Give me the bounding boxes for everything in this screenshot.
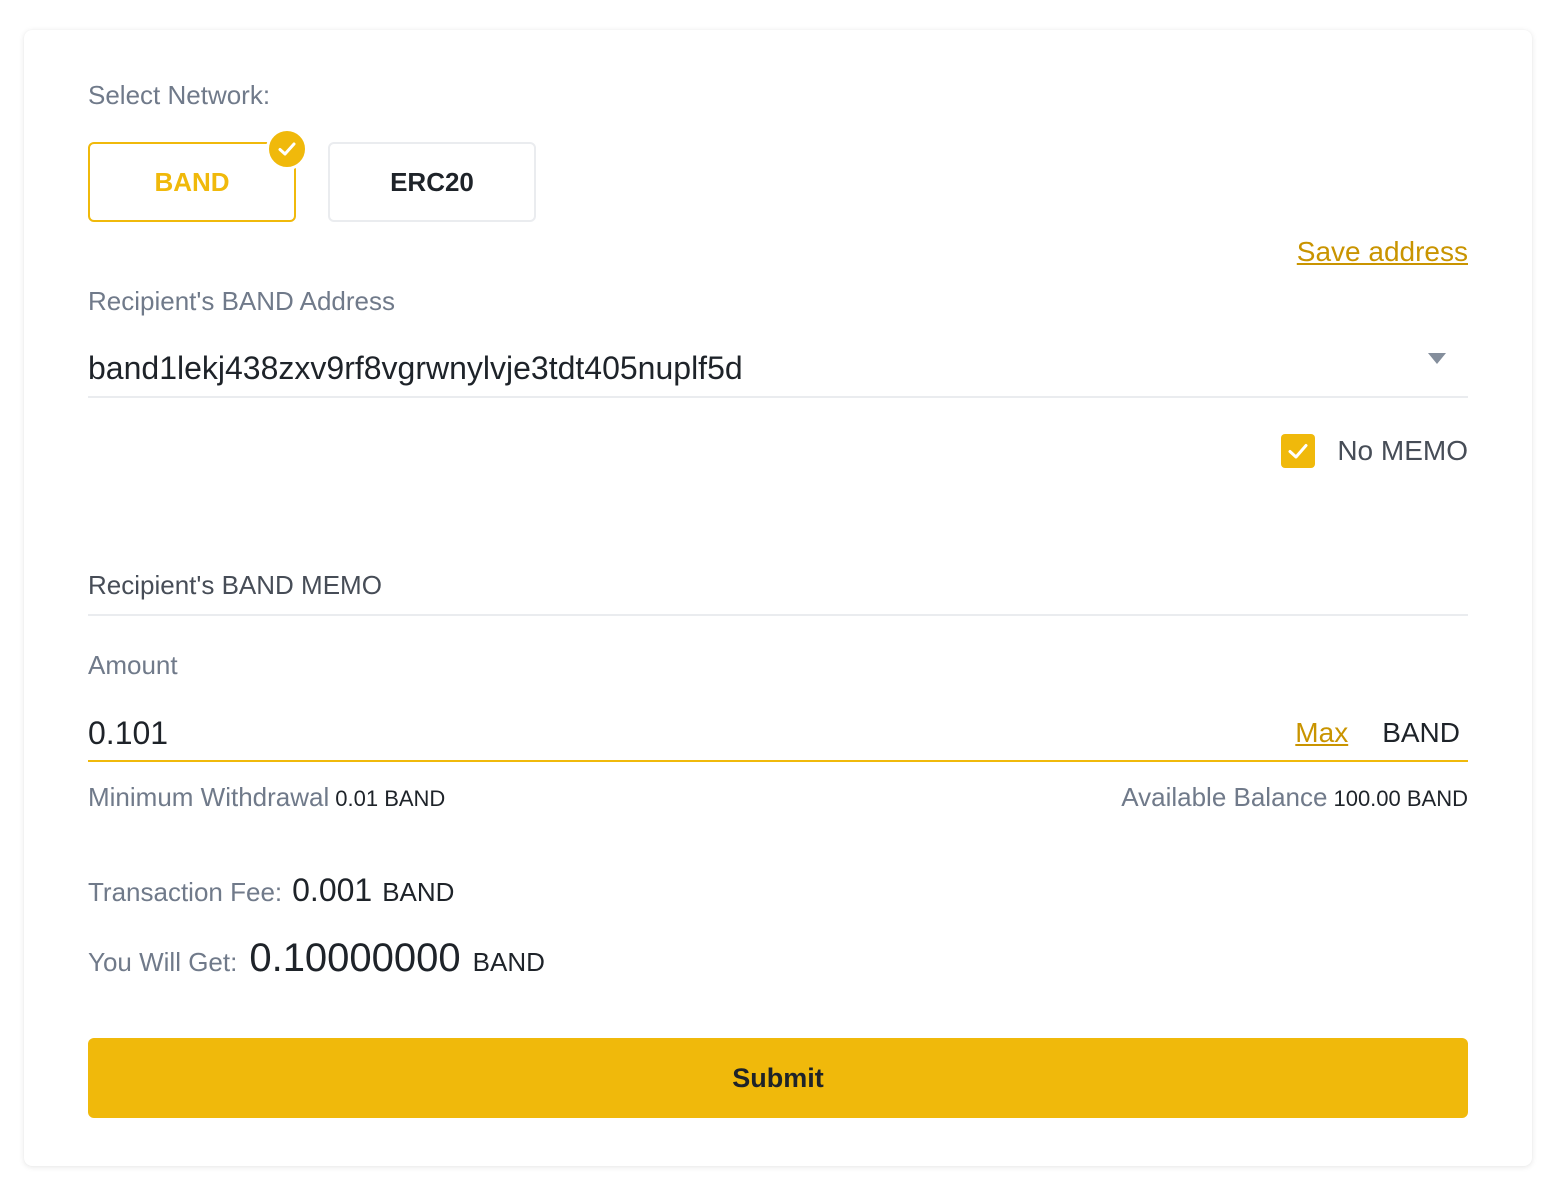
caret-down-icon[interactable] bbox=[1428, 352, 1446, 364]
available-balance-label: Available Balance bbox=[1121, 782, 1328, 812]
no-memo-checkbox[interactable] bbox=[1281, 434, 1316, 468]
amount-input[interactable]: 0.101 Max BAND bbox=[88, 706, 1468, 762]
network-option-erc20[interactable]: ERC20 bbox=[328, 142, 536, 222]
recipient-address-select[interactable]: band1lekj438zxv9rf8vgrwnylvje3tdt405nupl… bbox=[88, 340, 1468, 398]
available-balance: Available Balance 100.00 BAND bbox=[1121, 782, 1468, 813]
transaction-fee-unit: BAND bbox=[382, 877, 455, 907]
memo-input[interactable]: Recipient's BAND MEMO bbox=[88, 570, 1468, 616]
select-network-label: Select Network: bbox=[88, 80, 271, 110]
network-option-band[interactable]: BAND bbox=[88, 128, 308, 222]
recipient-address-label: Recipient's BAND Address bbox=[88, 286, 395, 316]
network-option-label: ERC20 bbox=[390, 166, 474, 197]
withdrawal-limits: Minimum Withdrawal 0.01 BAND Available Ba… bbox=[88, 782, 1468, 813]
transaction-fee-label: Transaction Fee: bbox=[88, 877, 283, 907]
network-option-label: BAND bbox=[154, 166, 230, 197]
receive-amount-value: 0.10000000 bbox=[249, 936, 461, 980]
amount-value[interactable]: 0.101 bbox=[88, 715, 1295, 752]
recipient-address-value[interactable]: band1lekj438zxv9rf8vgrwnylvje3tdt405nupl… bbox=[88, 350, 1428, 387]
receive-amount-label: You Will Get: bbox=[88, 947, 238, 977]
withdraw-card: Select Network: BAND ERC20 Save address … bbox=[24, 30, 1532, 1166]
transaction-fee: Transaction Fee: 0.001 BAND bbox=[88, 872, 454, 909]
minimum-withdrawal-value: 0.01 BAND bbox=[335, 786, 446, 811]
selected-check-icon bbox=[266, 128, 308, 170]
memo-placeholder: Recipient's BAND MEMO bbox=[88, 570, 382, 600]
transaction-fee-value: 0.001 bbox=[292, 872, 373, 908]
available-balance-value: 100.00 BAND bbox=[1333, 786, 1468, 811]
save-address-link[interactable]: Save address bbox=[1297, 236, 1468, 268]
no-memo-label: No MEMO bbox=[1337, 435, 1468, 466]
minimum-withdrawal-label: Minimum Withdrawal bbox=[88, 782, 330, 812]
amount-unit: BAND bbox=[1382, 717, 1460, 748]
max-button[interactable]: Max bbox=[1295, 717, 1348, 749]
amount-label: Amount bbox=[88, 650, 178, 680]
receive-amount-unit: BAND bbox=[472, 947, 545, 977]
withdraw-form: Select Network: BAND ERC20 Save address … bbox=[88, 30, 1468, 1166]
receive-amount: You Will Get: 0.10000000 BAND bbox=[88, 936, 545, 981]
no-memo-toggle[interactable]: No MEMO bbox=[1281, 434, 1468, 468]
minimum-withdrawal: Minimum Withdrawal 0.01 BAND bbox=[88, 782, 445, 813]
submit-button[interactable]: Submit bbox=[88, 1038, 1468, 1118]
network-options: BAND ERC20 bbox=[88, 128, 536, 222]
